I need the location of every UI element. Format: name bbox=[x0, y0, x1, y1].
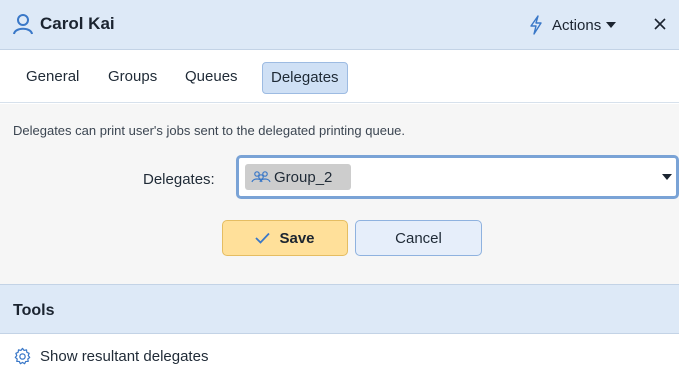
selected-group-label: Group_2 bbox=[274, 168, 333, 186]
tab-general[interactable]: General bbox=[18, 62, 87, 94]
delegates-panel: Delegates can print user's jobs sent to … bbox=[0, 104, 679, 284]
actions-label: Actions bbox=[552, 16, 602, 34]
tab-queues[interactable]: Queues bbox=[177, 62, 246, 94]
lightning-icon bbox=[530, 15, 542, 35]
tools-item-label: Show resultant delegates bbox=[40, 348, 209, 365]
selected-group-chip[interactable]: Group_2 bbox=[245, 164, 351, 190]
close-icon[interactable] bbox=[653, 17, 667, 31]
panel-header: Carol Kai Actions bbox=[0, 0, 679, 50]
user-title: Carol Kai bbox=[40, 14, 115, 33]
user-icon bbox=[13, 14, 33, 35]
tab-groups[interactable]: Groups bbox=[100, 62, 165, 94]
caret-down-icon bbox=[606, 22, 617, 28]
group-icon bbox=[251, 171, 271, 183]
tools-heading: Tools bbox=[13, 302, 55, 319]
delegates-field-label: Delegates: bbox=[143, 171, 215, 188]
cancel-button[interactable]: Cancel bbox=[355, 220, 482, 256]
save-button[interactable]: Save bbox=[222, 220, 348, 256]
dropdown-arrow-icon[interactable] bbox=[662, 173, 672, 181]
tools-section-header: Tools bbox=[0, 284, 679, 334]
gear-icon bbox=[14, 347, 31, 365]
show-resultant-delegates-link[interactable]: Show resultant delegates bbox=[0, 335, 679, 378]
delegates-select[interactable]: Group_2 bbox=[236, 155, 679, 199]
tab-delegates[interactable]: Delegates bbox=[262, 62, 348, 94]
actions-menu-button[interactable]: Actions bbox=[528, 14, 617, 36]
check-icon bbox=[255, 232, 271, 244]
tab-bar: General Groups Queues Delegates bbox=[0, 51, 679, 103]
delegates-description: Delegates can print user's jobs sent to … bbox=[13, 123, 406, 138]
save-label: Save bbox=[279, 229, 315, 247]
cancel-label: Cancel bbox=[395, 229, 442, 247]
